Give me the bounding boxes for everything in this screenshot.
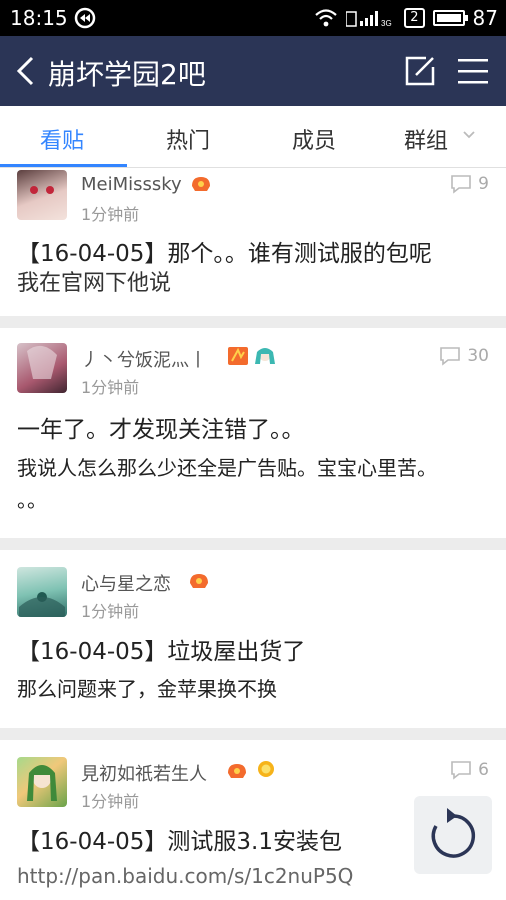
status-time: 18:15 <box>10 6 68 30</box>
tab-bar: 看贴 热门 成员 群组 <box>0 106 506 168</box>
comment-number: 6 <box>478 760 489 780</box>
refresh-button[interactable] <box>414 796 492 874</box>
post-time: 1分钟前 <box>81 378 140 397</box>
comment-number: 9 <box>478 174 489 194</box>
status-bar: 18:15 3G 2 87 <box>0 0 506 36</box>
post-body: 我说人怎么那么少还全是广告贴。宝宝心里苦。 <box>17 456 437 480</box>
avatar[interactable] <box>17 170 67 220</box>
battery-level: 87 <box>472 6 498 30</box>
post-card[interactable]: MeiMisssky 1分钟前 9 【16-04-05】那个。。谁有测试服的包呢… <box>0 168 506 316</box>
tab-members[interactable]: 成员 <box>292 123 336 155</box>
compose-icon[interactable] <box>404 55 436 87</box>
chevron-down-icon[interactable] <box>462 128 476 142</box>
level-badge-icon <box>192 177 210 191</box>
post-link[interactable]: http://pan.baidu.com/s/1c2nuP5Q <box>17 864 353 888</box>
comment-count[interactable]: 30 <box>439 346 489 366</box>
level-badge-icon <box>190 574 208 588</box>
signal-icon: 3G <box>346 11 392 28</box>
post-time: 1分钟前 <box>81 792 140 811</box>
battery-icon <box>432 10 468 26</box>
back-icon[interactable] <box>14 56 38 86</box>
username[interactable]: 丿丶兮饭泥灬丨 <box>81 346 207 372</box>
username[interactable]: 心与星之恋 <box>81 570 171 596</box>
username[interactable]: MeiMisssky <box>81 174 182 195</box>
comment-icon <box>451 175 471 194</box>
tab-groups[interactable]: 群组 <box>404 123 448 155</box>
post-time: 1分钟前 <box>81 205 140 224</box>
avatar[interactable] <box>17 343 67 393</box>
post-body-continued: 。。 <box>17 488 47 512</box>
post-title[interactable]: 【16-04-05】那个。。谁有测试服的包呢 <box>17 234 432 268</box>
member-badge-icon <box>228 347 248 365</box>
svg-text:3G: 3G <box>381 19 392 28</box>
post-title[interactable]: 一年了。才发现关注错了。。 <box>17 410 305 444</box>
tab-posts[interactable]: 看贴 <box>40 123 84 155</box>
nav-bar: 崩坏学园2吧 <box>0 36 506 106</box>
avatar[interactable] <box>17 757 67 807</box>
comment-icon <box>451 761 471 780</box>
comment-icon <box>440 347 461 366</box>
refresh-icon <box>431 808 476 858</box>
sim-indicator: 2 <box>404 8 425 28</box>
comment-count[interactable]: 6 <box>450 760 489 780</box>
post-title[interactable]: 【16-04-05】测试服3.1安装包 <box>17 822 342 856</box>
avatar[interactable] <box>17 567 67 617</box>
post-body: 那么问题来了，金苹果换不换 <box>17 677 277 701</box>
post-title[interactable]: 【16-04-05】垃圾屋出货了 <box>17 632 305 666</box>
tab-hot[interactable]: 热门 <box>166 123 210 155</box>
award-badge-icon <box>258 761 274 777</box>
comment-count[interactable]: 9 <box>450 174 489 194</box>
miku-badge-icon <box>255 348 275 364</box>
wifi-icon <box>315 9 338 27</box>
post-body: 我在官网下他说 <box>17 271 172 296</box>
menu-icon[interactable] <box>458 57 488 85</box>
post-card[interactable]: 心与星之恋 1分钟前 【16-04-05】垃圾屋出货了 那么问题来了，金苹果换不… <box>0 550 506 728</box>
username[interactable]: 見初如祇若生人 <box>81 760 207 786</box>
level-badge-icon <box>228 764 246 778</box>
post-time: 1分钟前 <box>81 602 140 621</box>
sync-icon <box>74 7 96 29</box>
post-card[interactable]: 丿丶兮饭泥灬丨 1分钟前 30 一年了。才发现关注错了。。 我说人怎么那么少还全… <box>0 328 506 538</box>
forum-title: 崩坏学园2吧 <box>48 58 206 91</box>
comment-number: 30 <box>467 346 489 366</box>
